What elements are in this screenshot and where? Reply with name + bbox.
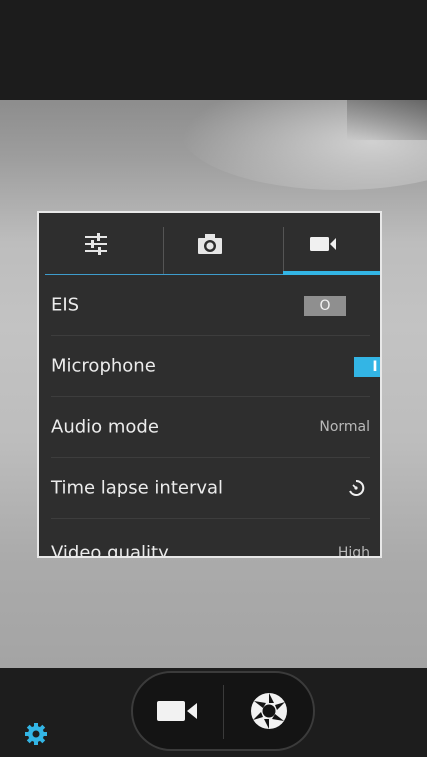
setting-label: EIS bbox=[51, 294, 80, 316]
setting-audio-mode[interactable]: Audio mode Normal bbox=[51, 397, 370, 458]
camera-icon bbox=[197, 234, 222, 254]
setting-label: Microphone bbox=[51, 355, 156, 377]
settings-tabs bbox=[39, 213, 380, 275]
gear-icon bbox=[25, 723, 47, 745]
sliders-icon bbox=[84, 233, 107, 255]
settings-panel: EIS O Microphone I Audio mode Normal Tim… bbox=[37, 211, 382, 558]
setting-video-quality[interactable]: Video quality High bbox=[51, 519, 370, 558]
setting-eis[interactable]: EIS O bbox=[51, 275, 370, 336]
shutter-button[interactable] bbox=[224, 673, 313, 749]
timer-icon bbox=[349, 479, 365, 496]
capture-controls bbox=[131, 671, 315, 751]
setting-time-lapse-interval[interactable]: Time lapse interval bbox=[51, 458, 370, 519]
setting-label: Time lapse interval bbox=[51, 477, 224, 499]
viewfinder-shadow bbox=[347, 100, 427, 140]
tab-photo-settings[interactable] bbox=[153, 213, 267, 275]
toggle-state-glyph: O bbox=[319, 298, 331, 314]
eis-toggle[interactable]: O bbox=[304, 296, 346, 316]
video-camera-icon bbox=[157, 701, 197, 721]
video-camera-icon bbox=[310, 237, 337, 251]
setting-label: Video quality bbox=[51, 542, 169, 558]
shutter-icon bbox=[250, 693, 287, 729]
setting-microphone[interactable]: Microphone I bbox=[51, 336, 380, 397]
video-record-button[interactable] bbox=[133, 673, 223, 749]
tab-general-settings[interactable] bbox=[39, 213, 153, 275]
setting-value: Normal bbox=[319, 419, 370, 435]
tab-video-settings[interactable] bbox=[266, 213, 380, 275]
microphone-toggle[interactable]: I bbox=[354, 357, 380, 377]
camera-settings-button[interactable] bbox=[22, 720, 50, 748]
setting-value: High bbox=[337, 545, 370, 558]
toggle-state-glyph: I bbox=[372, 359, 378, 375]
top-bar bbox=[0, 0, 427, 100]
setting-label: Audio mode bbox=[51, 416, 159, 438]
